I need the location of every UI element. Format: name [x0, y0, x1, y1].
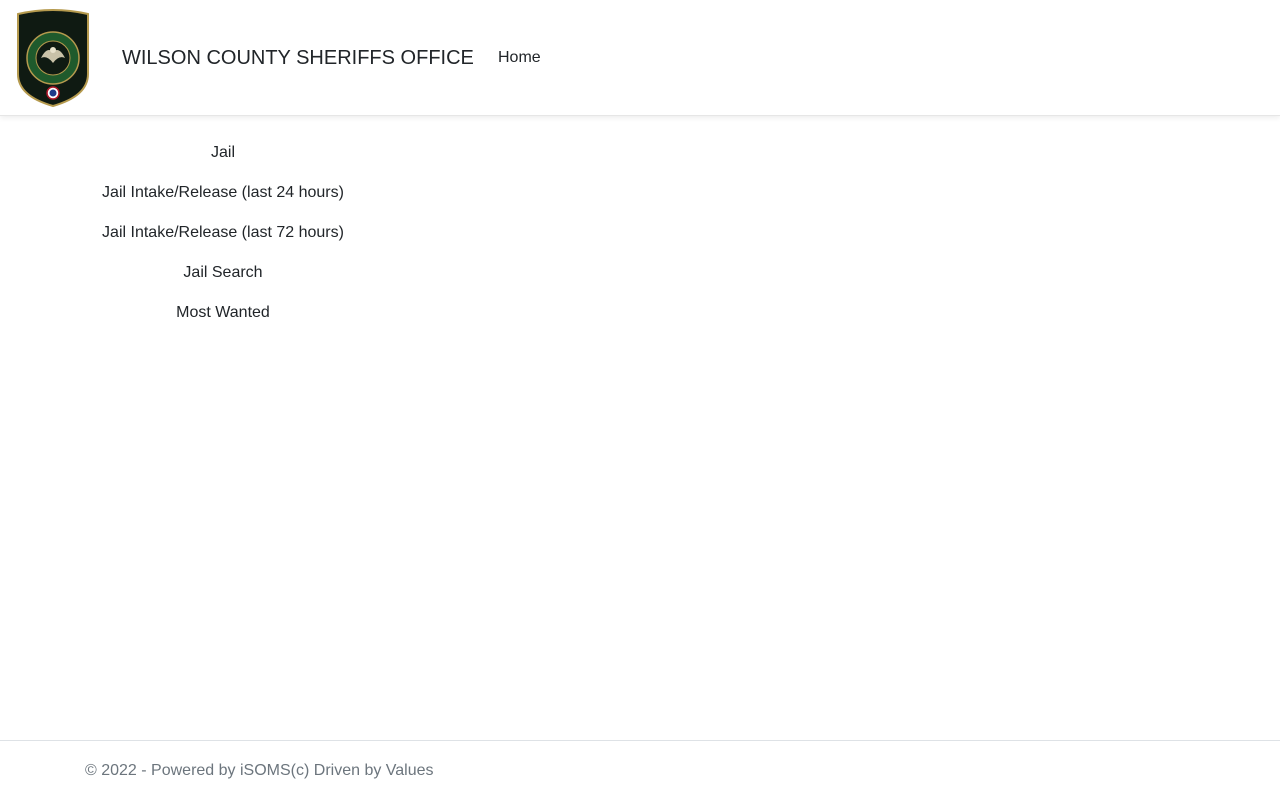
footer-copyright: © 2022 - Powered by iSOMS(c) Driven by V…: [85, 762, 434, 779]
menu-item-jail-intake-24h[interactable]: Jail Intake/Release (last 24 hours): [82, 180, 364, 220]
page-footer: © 2022 - Powered by iSOMS(c) Driven by V…: [0, 740, 1280, 800]
nav-home-link[interactable]: Home: [498, 48, 541, 68]
sheriff-badge-logo[interactable]: [15, 8, 91, 108]
side-menu: Jail Jail Intake/Release (last 24 hours)…: [82, 140, 364, 340]
top-navbar: WILSON COUNTY SHERIFFS OFFICE Home: [0, 0, 1280, 116]
brand-title[interactable]: WILSON COUNTY SHERIFFS OFFICE: [122, 46, 474, 70]
menu-item-jail-intake-72h[interactable]: Jail Intake/Release (last 72 hours): [82, 220, 364, 260]
menu-item-most-wanted[interactable]: Most Wanted: [82, 300, 364, 340]
menu-item-jail[interactable]: Jail: [82, 140, 364, 180]
menu-item-jail-search[interactable]: Jail Search: [82, 260, 364, 300]
